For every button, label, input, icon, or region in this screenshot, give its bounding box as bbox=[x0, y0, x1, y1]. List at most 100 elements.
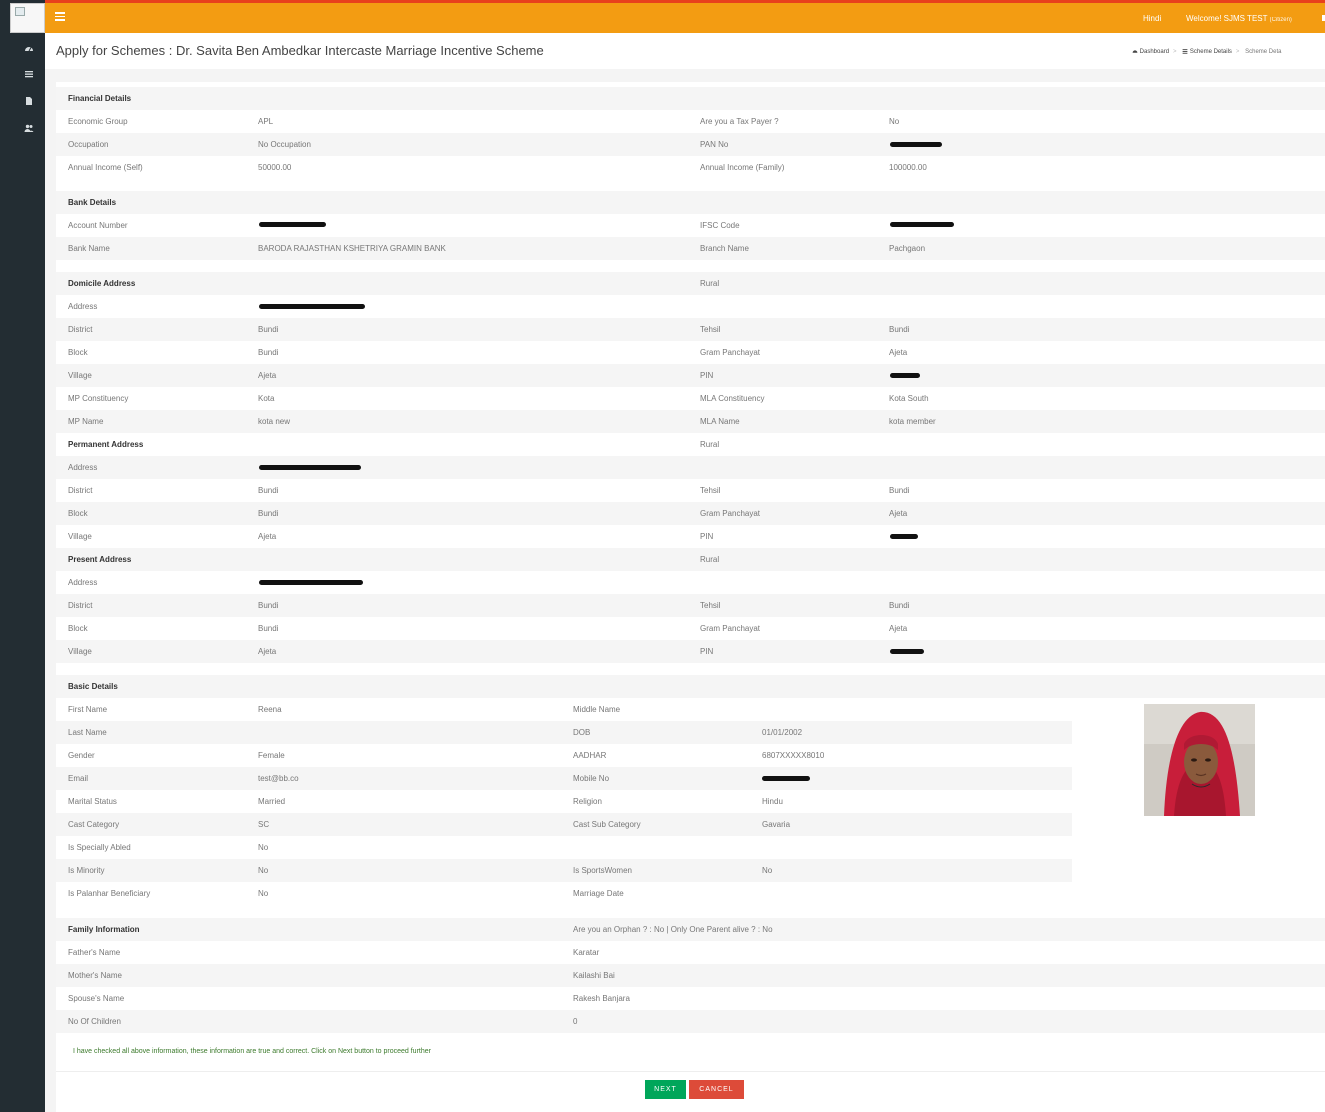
value: Rakesh Banjara bbox=[573, 994, 630, 1003]
redacted-value bbox=[890, 142, 942, 147]
value: APL bbox=[258, 117, 274, 126]
label: Last Name bbox=[68, 728, 107, 737]
table-row: Address bbox=[56, 571, 1325, 594]
value: Bundi bbox=[258, 624, 279, 633]
broken-image-icon bbox=[15, 7, 25, 16]
value: Ajeta bbox=[889, 624, 908, 633]
financial-heading-row: Financial Details bbox=[56, 87, 1325, 110]
value: 01/01/2002 bbox=[762, 728, 803, 737]
present-heading-row: Present Address Rural bbox=[56, 548, 1325, 571]
label: Middle Name bbox=[573, 705, 621, 714]
family-heading-row: Family Information Are you an Orphan ? :… bbox=[56, 918, 1325, 941]
table-row: Annual Income (Self) 50000.00 Annual Inc… bbox=[56, 156, 1325, 179]
table-row: Marital Status Married Religion Hindu bbox=[56, 790, 1072, 813]
value: Ajeta bbox=[258, 647, 277, 656]
table-row: Is Specially Abled No bbox=[56, 836, 1072, 859]
label: Account Number bbox=[68, 221, 128, 230]
label: Marriage Date bbox=[573, 889, 624, 898]
value: Bundi bbox=[258, 601, 279, 610]
table-row: Address bbox=[56, 456, 1325, 479]
table-row: First Name Reena Middle Name bbox=[56, 698, 1072, 721]
dashboard-icon[interactable] bbox=[24, 43, 36, 55]
value: Female bbox=[258, 751, 285, 760]
label: Father's Name bbox=[68, 948, 121, 957]
table-row: MP Name kota new MLA Name kota member bbox=[56, 410, 1325, 433]
label: MLA Name bbox=[700, 417, 740, 426]
table-row: Block Bundi Gram Panchayat Ajeta bbox=[56, 617, 1325, 640]
redacted-value bbox=[890, 222, 954, 227]
label: Address bbox=[68, 302, 98, 311]
value: Ajeta bbox=[889, 348, 908, 357]
present-heading: Present Address bbox=[68, 555, 132, 564]
label: Tehsil bbox=[700, 325, 721, 334]
label: Block bbox=[68, 509, 88, 518]
value: 6807XXXXX8010 bbox=[762, 751, 825, 760]
table-row: Address bbox=[56, 295, 1325, 318]
list-icon[interactable] bbox=[24, 69, 36, 81]
label: Gram Panchayat bbox=[700, 624, 761, 633]
cancel-button[interactable]: CANCEL bbox=[689, 1080, 744, 1099]
domicile-heading-row: Domicile Address Rural bbox=[56, 272, 1325, 295]
value: Hindu bbox=[762, 797, 783, 806]
value: Bundi bbox=[258, 509, 279, 518]
table-row: Village Ajeta PIN bbox=[56, 640, 1325, 663]
value: Ajeta bbox=[889, 509, 908, 518]
value: No bbox=[258, 843, 269, 852]
value: Kailashi Bai bbox=[573, 971, 615, 980]
permanent-heading-row: Permanent Address Rural bbox=[56, 433, 1325, 456]
users-icon[interactable] bbox=[24, 123, 36, 135]
label: First Name bbox=[68, 705, 108, 714]
label: Email bbox=[68, 774, 89, 783]
area-type: Rural bbox=[700, 279, 720, 288]
label: Economic Group bbox=[68, 117, 128, 126]
table-row: Occupation No Occupation PAN No bbox=[56, 133, 1325, 156]
redacted-value bbox=[259, 465, 361, 470]
redacted-value bbox=[890, 534, 918, 539]
label: Mobile No bbox=[573, 774, 610, 783]
area-type: Rural bbox=[700, 440, 720, 449]
label: Gram Panchayat bbox=[700, 348, 761, 357]
applicant-photo bbox=[1144, 704, 1255, 816]
label: Mother's Name bbox=[68, 971, 122, 980]
sidebar bbox=[0, 0, 45, 1112]
value: Karatar bbox=[573, 948, 600, 957]
label: MLA Constituency bbox=[700, 394, 765, 403]
label: Block bbox=[68, 348, 88, 357]
value: Bundi bbox=[889, 601, 910, 610]
label: DOB bbox=[573, 728, 591, 737]
value: Kota South bbox=[889, 394, 929, 403]
value: test@bb.co bbox=[258, 774, 299, 783]
label: Annual Income (Family) bbox=[700, 163, 785, 172]
financial-heading: Financial Details bbox=[68, 94, 132, 103]
table-row: Spouse's Name Rakesh Banjara bbox=[56, 987, 1325, 1010]
redacted-value bbox=[762, 776, 810, 781]
label: District bbox=[68, 325, 93, 334]
family-heading: Family Information bbox=[68, 925, 140, 934]
label: Spouse's Name bbox=[68, 994, 125, 1003]
table-row: No Of Children 0 bbox=[56, 1010, 1325, 1033]
value: Bundi bbox=[889, 325, 910, 334]
value: 0 bbox=[573, 1017, 578, 1026]
label: AADHAR bbox=[573, 751, 607, 760]
file-icon[interactable] bbox=[24, 96, 36, 108]
next-button[interactable]: NEXT bbox=[645, 1080, 686, 1099]
table-row: Economic Group APL Are you a Tax Payer ?… bbox=[56, 110, 1325, 133]
table-row: Email test@bb.co Mobile No bbox=[56, 767, 1072, 790]
form-layer: Financial Details Economic Group APL Are… bbox=[45, 0, 1325, 1112]
value: Kota bbox=[258, 394, 275, 403]
value: Ajeta bbox=[258, 371, 277, 380]
table-row: Is Minority No Is SportsWomen No bbox=[56, 859, 1072, 882]
label: Address bbox=[68, 578, 98, 587]
value: SC bbox=[258, 820, 270, 829]
table-row: District Bundi Tehsil Bundi bbox=[56, 479, 1325, 502]
value: kota member bbox=[889, 417, 936, 426]
basic-heading: Basic Details bbox=[68, 682, 118, 691]
label: Cast Category bbox=[68, 820, 120, 829]
label: Is Palanhar Beneficiary bbox=[68, 889, 151, 898]
value: 100000.00 bbox=[889, 163, 927, 172]
label: Tehsil bbox=[700, 486, 721, 495]
table-row: Gender Female AADHAR 6807XXXXX8010 bbox=[56, 744, 1072, 767]
logo[interactable] bbox=[10, 3, 45, 33]
orphan-status: Are you an Orphan ? : No | Only One Pare… bbox=[573, 925, 773, 934]
bank-heading-row: Bank Details bbox=[56, 191, 1325, 214]
